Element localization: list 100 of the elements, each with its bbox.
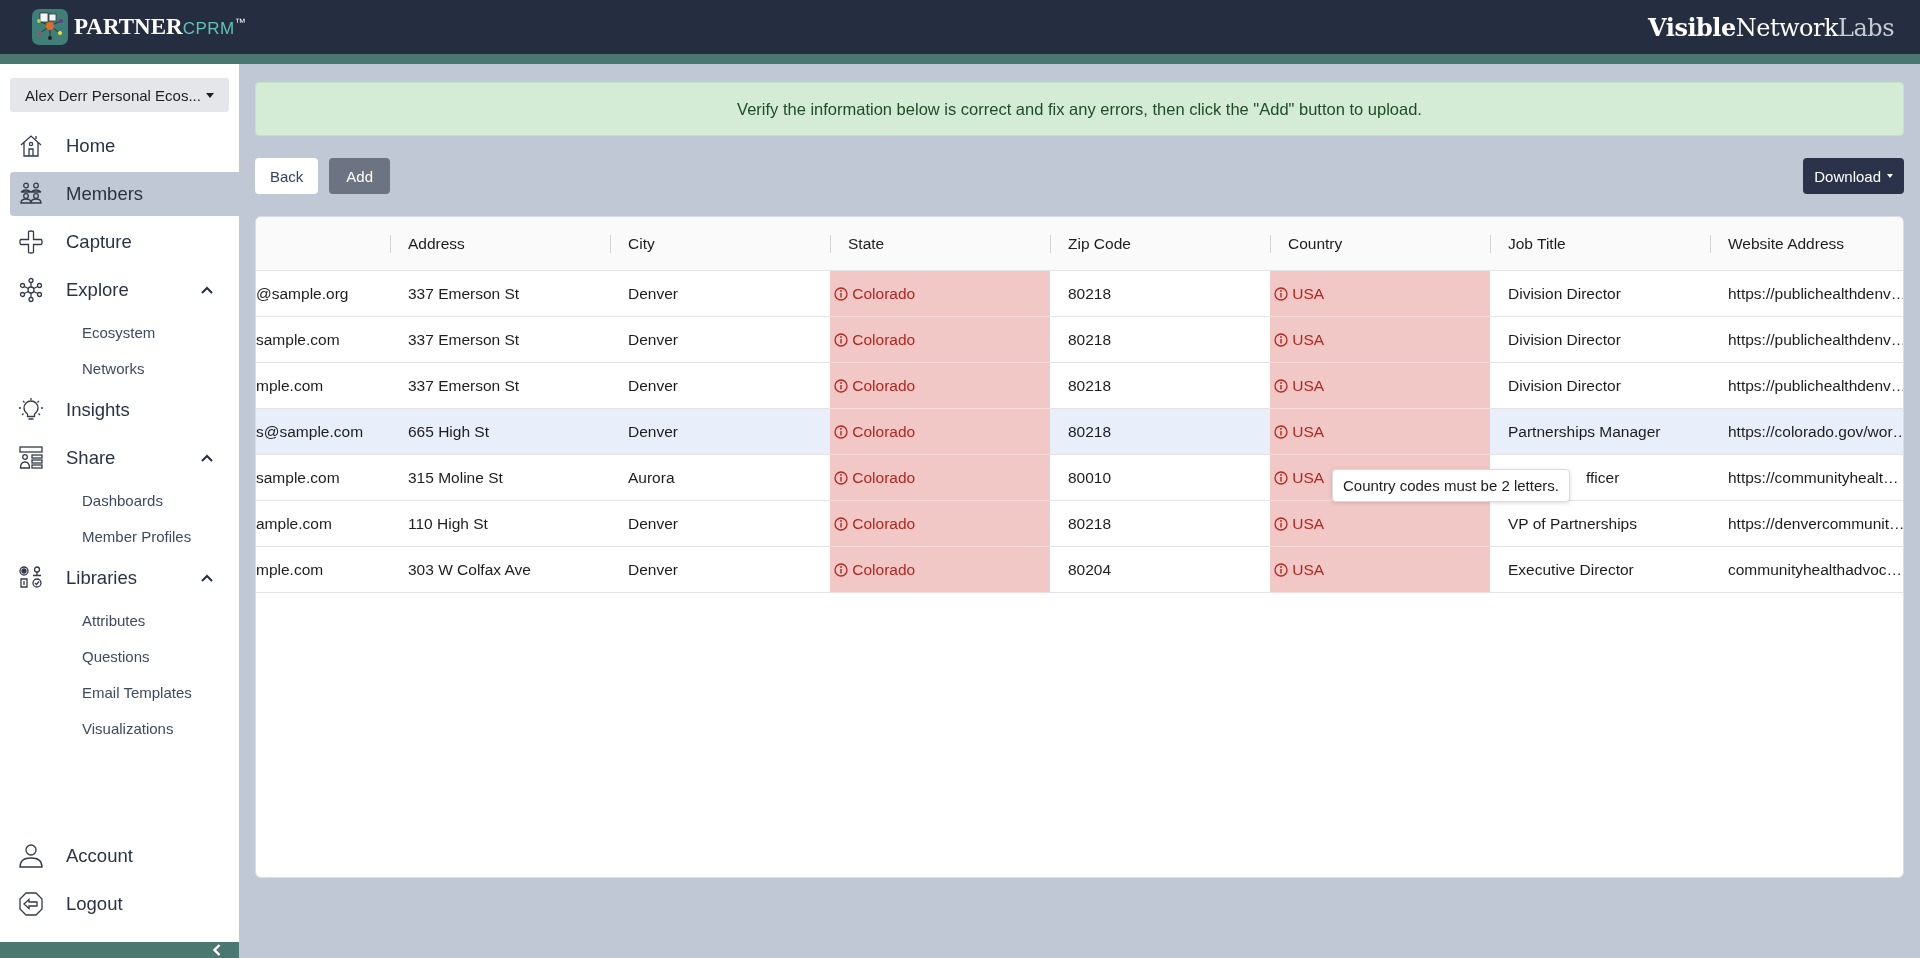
nav-item[interactable]: Logout (10, 882, 239, 926)
error-cell: Colorado (830, 500, 1050, 547)
table-cell: https://colorado.gov/wor… (1710, 408, 1903, 455)
info-icon (834, 562, 848, 577)
table-cell: Partnerships Manager (1490, 408, 1710, 455)
nav-item[interactable]: Libraries (10, 556, 239, 600)
table-row[interactable]: s@sample.com 665 High St Denver Colorado 80218 USA Partnerships Manager https://colorado.gov/wor… (256, 408, 1903, 455)
chevron-left-icon (213, 944, 221, 956)
info-icon (834, 470, 848, 485)
table-cell: Executive Director (1490, 546, 1710, 593)
info-icon (834, 516, 848, 531)
table-cell: mple.com (256, 362, 390, 409)
column-header[interactable]: State (848, 234, 885, 252)
nav-subitem[interactable]: Attributes (0, 602, 239, 638)
info-icon (834, 286, 848, 301)
nav-subitem[interactable]: Member Profiles (0, 518, 239, 554)
ecosystem-dropdown[interactable]: Alex Derr Personal Ecos... (10, 78, 229, 112)
table-cell: Division Director (1490, 270, 1710, 317)
error-cell: Colorado (830, 362, 1050, 409)
chevron-up-icon[interactable] (201, 454, 213, 462)
download-button[interactable]: Download (1803, 158, 1904, 194)
exit-icon (18, 891, 44, 917)
table-cell: ample.com (256, 500, 390, 547)
table-cell: 337 Emerson St (390, 270, 610, 317)
tooltip: Country codes must be 2 letters. (1332, 469, 1570, 502)
nav-subitem[interactable]: Ecosystem (0, 314, 239, 350)
nav-item[interactable]: Explore (10, 268, 239, 312)
column-header[interactable]: City (628, 234, 655, 252)
error-cell: USA (1270, 316, 1490, 363)
chevron-up-icon[interactable] (201, 286, 213, 294)
table-cell: Division Director (1490, 362, 1710, 409)
table-cell: 337 Emerson St (390, 316, 610, 363)
info-icon (1274, 516, 1288, 531)
table-cell: sample.com (256, 454, 390, 501)
info-banner: Verify the information below is correct and fix any errors, then click the "Add" button to upload. (255, 82, 1904, 136)
add-button[interactable]: Add (329, 158, 391, 194)
chevron-up-icon[interactable] (201, 574, 213, 582)
lightbulb-icon (18, 397, 44, 423)
table-cell: https://denvercommunit… (1710, 500, 1903, 547)
error-cell: Colorado (830, 316, 1050, 363)
table-cell: mple.com (256, 546, 390, 593)
nav-item[interactable]: Account (10, 834, 239, 878)
table-row[interactable]: mple.com 303 W Colfax Ave Denver Colorado 80204 USA Executive Director communityhealthadvoc… (256, 546, 1903, 593)
info-icon (1274, 424, 1288, 439)
nav-subitem[interactable]: Networks (0, 350, 239, 386)
symbols-icon (18, 565, 44, 591)
column-header[interactable]: Address (408, 234, 465, 252)
table-row[interactable]: ample.com 110 High St Denver Colorado 80218 USA VP of Partnerships https://denvercommunit… (256, 500, 1903, 547)
info-icon (834, 332, 848, 347)
brand-logo: VisibleNetworkLabs (1648, 12, 1894, 42)
info-icon (834, 424, 848, 439)
nav-item[interactable]: Home (10, 124, 239, 168)
error-cell: USA (1270, 362, 1490, 409)
error-cell: Colorado (830, 546, 1050, 593)
column-header[interactable]: Zip Code (1068, 234, 1131, 252)
error-cell: USA (1270, 408, 1490, 455)
column-header[interactable]: Country (1288, 234, 1343, 252)
table-cell: VP of Partnerships (1490, 500, 1710, 547)
table-cell: Denver (610, 408, 830, 455)
info-icon (1274, 470, 1288, 485)
nav-subitem[interactable]: Email Templates (0, 674, 239, 710)
plus-icon (18, 229, 44, 255)
info-icon (1274, 378, 1288, 393)
table-cell: 337 Emerson St (390, 362, 610, 409)
nav-item[interactable]: Capture (10, 220, 239, 264)
info-icon (834, 378, 848, 393)
table-cell: 303 W Colfax Ave (390, 546, 610, 593)
table-cell: https://communityhealt… (1710, 454, 1903, 501)
caret-icon (205, 92, 214, 98)
table-cell: 665 High St (390, 408, 610, 455)
people-icon (18, 181, 44, 207)
nav-item[interactable]: Insights (10, 388, 239, 432)
table-cell: communityhealthadvoc… (1710, 546, 1903, 593)
table-cell: Division Director (1490, 316, 1710, 363)
person-icon (18, 843, 44, 869)
nav-item[interactable]: Share (10, 436, 239, 480)
error-cell: USA (1270, 270, 1490, 317)
back-button[interactable]: Back (255, 158, 319, 194)
layout-icon (18, 445, 44, 471)
error-cell: USA (1270, 546, 1490, 593)
logo-icon (32, 9, 68, 45)
info-icon (1274, 286, 1288, 301)
logo-text: PARTNERCPRM$^{™}$ (74, 14, 246, 40)
nav-item[interactable]: Members (10, 172, 239, 216)
caret-icon (1887, 174, 1893, 178)
table-cell: 315 Moline St (390, 454, 610, 501)
error-cell: Colorado (830, 408, 1050, 455)
nav-subitem[interactable]: Dashboards (0, 482, 239, 518)
table-cell: s@sample.com (256, 408, 390, 455)
nav-subitem[interactable]: Visualizations (0, 710, 239, 746)
table-row[interactable]: sample.com 315 Moline St Aurora Colorado 80010 USA Country codes must be 2 letters. fficer https://communityhealt… (256, 454, 1903, 501)
table-cell: @sample.org (256, 270, 390, 317)
column-header[interactable]: Job Title (1508, 234, 1566, 252)
network-icon (18, 277, 44, 303)
nav-subitem[interactable]: Questions (0, 638, 239, 674)
info-icon (1274, 332, 1288, 347)
table-cell: 110 High St (390, 500, 610, 547)
error-cell: USA (1270, 500, 1490, 547)
error-cell: Colorado (830, 270, 1050, 317)
table-cell: 80218 (1050, 408, 1270, 455)
